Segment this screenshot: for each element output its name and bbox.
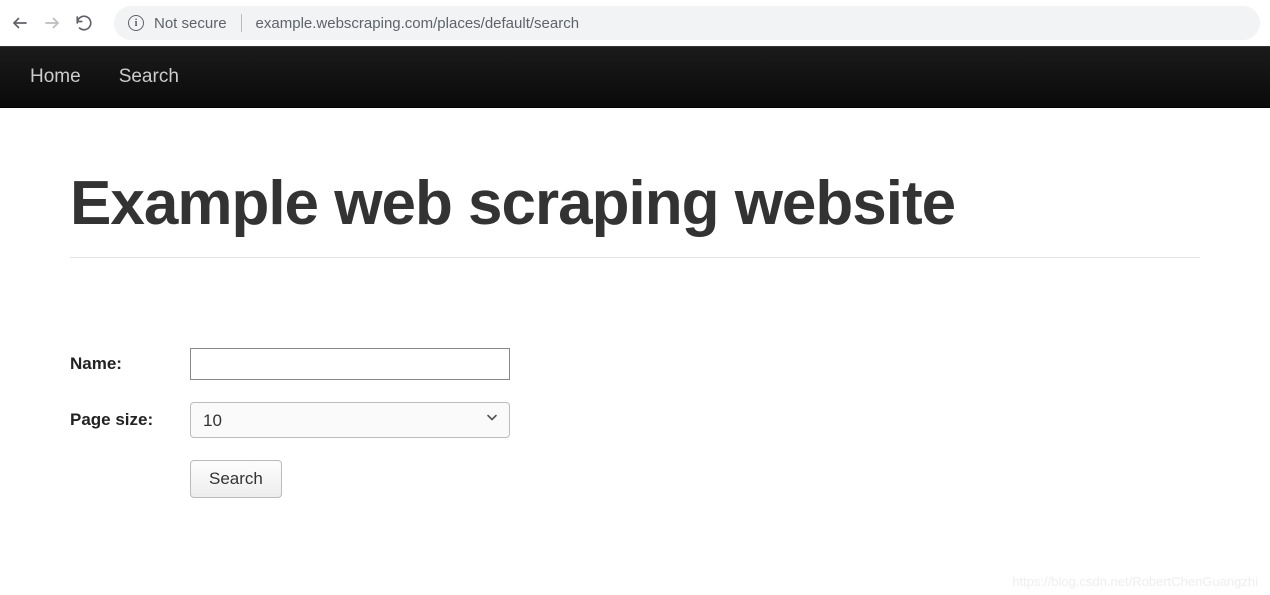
top-nav: Home Search — [0, 46, 1270, 108]
page-title: Example web scraping website — [70, 168, 1200, 258]
search-button[interactable]: Search — [190, 460, 282, 498]
name-input[interactable] — [190, 348, 510, 380]
page-size-select-wrap: 10 — [190, 402, 510, 438]
form-row-page-size: Page size: 10 — [70, 402, 1200, 438]
back-button[interactable] — [10, 13, 30, 33]
nav-search[interactable]: Search — [119, 66, 179, 88]
reload-button[interactable] — [74, 13, 94, 33]
forward-button[interactable] — [42, 13, 62, 33]
security-label: Not secure — [154, 15, 227, 32]
search-form: Name: Page size: 10 Search — [70, 348, 1200, 498]
page-size-label: Page size: — [70, 410, 190, 430]
form-row-name: Name: — [70, 348, 1200, 380]
browser-toolbar: i Not secure example.webscraping.com/pla… — [0, 0, 1270, 46]
nav-home[interactable]: Home — [30, 66, 81, 88]
info-icon[interactable]: i — [128, 15, 144, 31]
url-text: example.webscraping.com/places/default/s… — [256, 15, 580, 32]
name-label: Name: — [70, 354, 190, 374]
address-divider — [241, 14, 242, 32]
watermark: https://blog.csdn.net/RobertChenGuangzhi — [1012, 574, 1258, 589]
page-size-select[interactable]: 10 — [190, 402, 510, 438]
page-content: Example web scraping website Name: Page … — [0, 108, 1270, 498]
address-bar[interactable]: i Not secure example.webscraping.com/pla… — [114, 6, 1260, 40]
